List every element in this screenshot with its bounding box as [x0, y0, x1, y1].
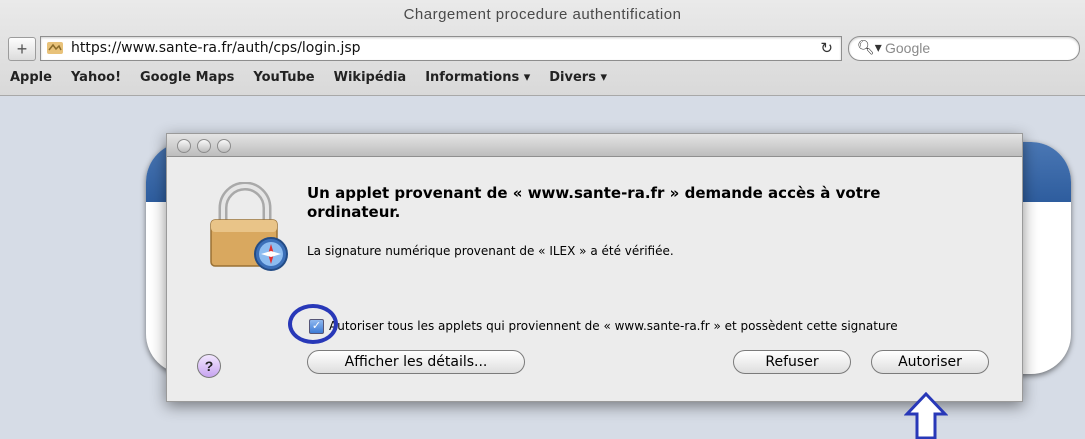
bookmark-informations-menu[interactable]: Informations ▾	[425, 70, 530, 90]
window-title: Chargement procedure authentification	[403, 6, 682, 23]
applet-permission-dialog: Un applet provenant de « www.sante-ra.fr…	[166, 133, 1023, 402]
lock-icon	[210, 182, 288, 271]
bookmarks-bar: Apple Yahoo! Google Maps YouTube Wikipéd…	[10, 70, 626, 90]
search-placeholder: Google	[885, 40, 931, 56]
bookmark-google-maps[interactable]: Google Maps	[140, 70, 234, 90]
site-favicon-icon	[47, 42, 63, 54]
allow-all-applets-label[interactable]: Autoriser tous les applets qui provienne…	[329, 319, 898, 333]
signature-verified-text: La signature numérique provenant de « IL…	[307, 244, 674, 258]
url-field[interactable]: https://www.sante-ra.fr/auth/cps/login.j…	[40, 36, 842, 61]
dialog-title: Un applet provenant de « www.sante-ra.fr…	[307, 184, 881, 221]
bookmark-youtube[interactable]: YouTube	[253, 70, 314, 90]
address-row: + https://www.sante-ra.fr/auth/cps/login…	[0, 36, 1085, 62]
zoom-button[interactable]	[217, 139, 231, 153]
bookmark-apple[interactable]: Apple	[10, 70, 52, 90]
bookmark-divers-menu[interactable]: Divers ▾	[549, 70, 607, 90]
annotation-arrow-up-icon	[904, 392, 948, 439]
reload-icon[interactable]: ↻	[820, 39, 833, 57]
refuse-button[interactable]: Refuser	[733, 350, 851, 374]
minimize-button[interactable]	[197, 139, 211, 153]
bookmark-yahoo[interactable]: Yahoo!	[71, 70, 121, 90]
search-field[interactable]: 🔍︎▾ Google	[848, 36, 1080, 61]
annotation-circle	[288, 304, 338, 344]
dialog-titlebar	[167, 134, 1022, 157]
allow-button[interactable]: Autoriser	[871, 350, 989, 374]
bookmark-wikipedia[interactable]: Wikipédia	[334, 70, 407, 90]
allow-all-applets-row: ✓ Autoriser tous les applets qui provien…	[309, 317, 1009, 337]
url-text: https://www.sante-ra.fr/auth/cps/login.j…	[71, 40, 361, 56]
close-button[interactable]	[177, 139, 191, 153]
add-bookmark-button[interactable]: +	[8, 37, 36, 61]
search-icon: 🔍︎▾	[857, 39, 882, 55]
browser-chrome: Chargement procedure authentification + …	[0, 0, 1085, 96]
show-details-button[interactable]: Afficher les détails...	[307, 350, 525, 374]
help-button[interactable]: ?	[197, 354, 221, 378]
